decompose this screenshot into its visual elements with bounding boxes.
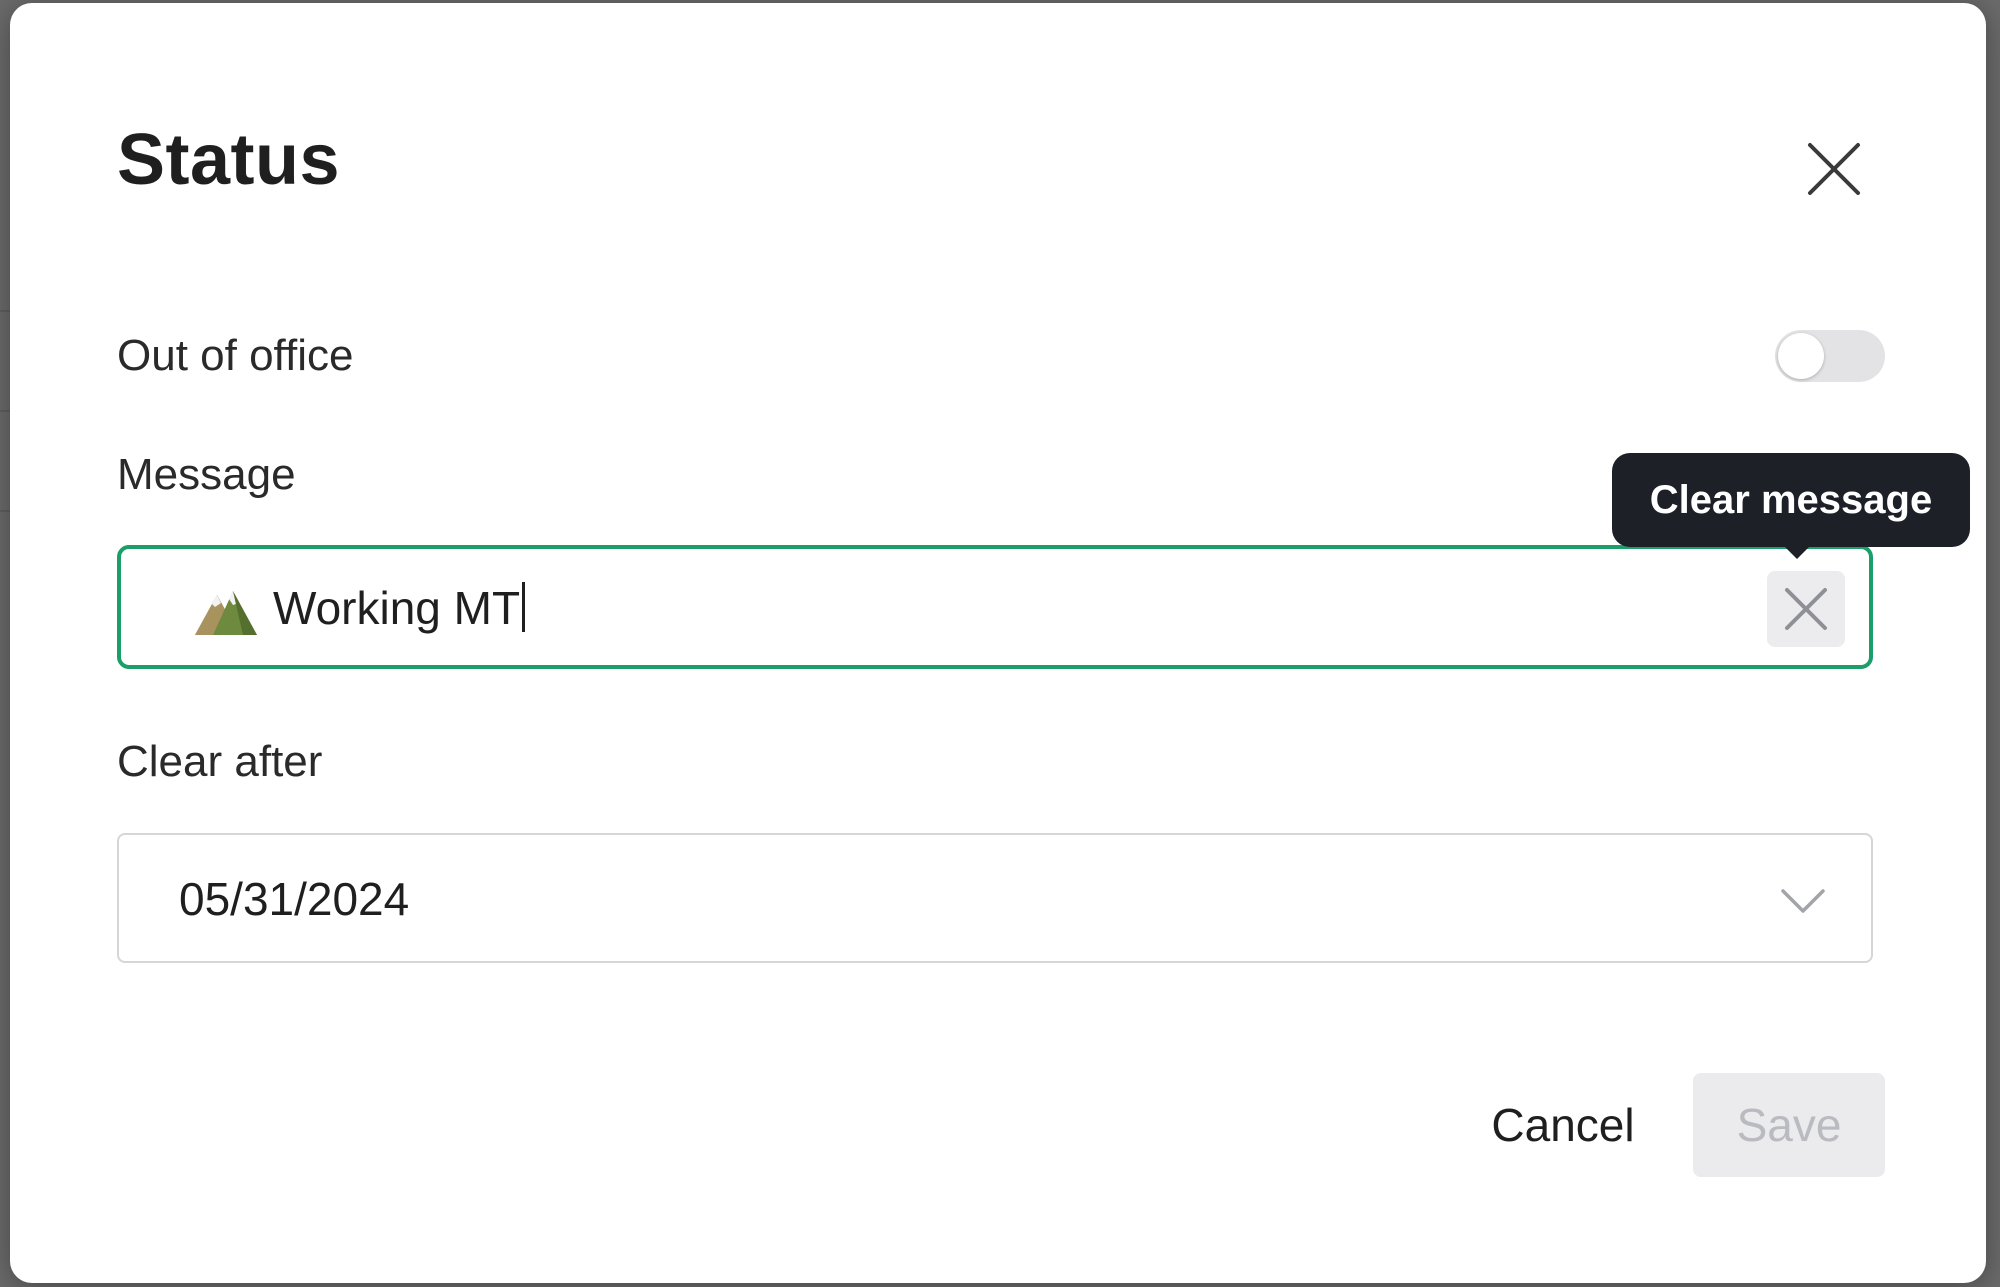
message-value: Working MT xyxy=(273,582,521,634)
tooltip-arrow xyxy=(1784,546,1810,559)
message-input[interactable]: Working MT xyxy=(117,545,1873,669)
clear-after-label: Clear after xyxy=(117,737,323,786)
out-of-office-label: Out of office xyxy=(117,331,354,380)
message-text: Working MT xyxy=(273,579,526,637)
mountain-emoji-icon[interactable] xyxy=(193,585,259,637)
dialog-title: Status xyxy=(117,120,341,200)
cancel-button[interactable]: Cancel xyxy=(1458,1073,1668,1177)
clear-after-value: 05/31/2024 xyxy=(179,873,410,925)
tooltip-text: Clear message xyxy=(1649,478,1933,522)
clear-message-tooltip: Clear message xyxy=(1612,453,1970,559)
save-button[interactable]: Save xyxy=(1693,1073,1885,1177)
clear-after-select[interactable]: 05/31/2024 xyxy=(117,833,1873,963)
toggle-knob xyxy=(1778,333,1824,379)
close-icon xyxy=(1785,588,1827,630)
close-button[interactable] xyxy=(1798,133,1870,205)
status-dialog: Status Out of office Message Working MT … xyxy=(10,3,1986,1283)
chevron-down-icon xyxy=(1781,889,1825,913)
message-label: Message xyxy=(117,450,296,499)
clear-message-button[interactable] xyxy=(1767,571,1845,647)
text-caret xyxy=(522,582,526,632)
close-icon xyxy=(1808,143,1860,195)
out-of-office-toggle[interactable] xyxy=(1775,330,1885,382)
